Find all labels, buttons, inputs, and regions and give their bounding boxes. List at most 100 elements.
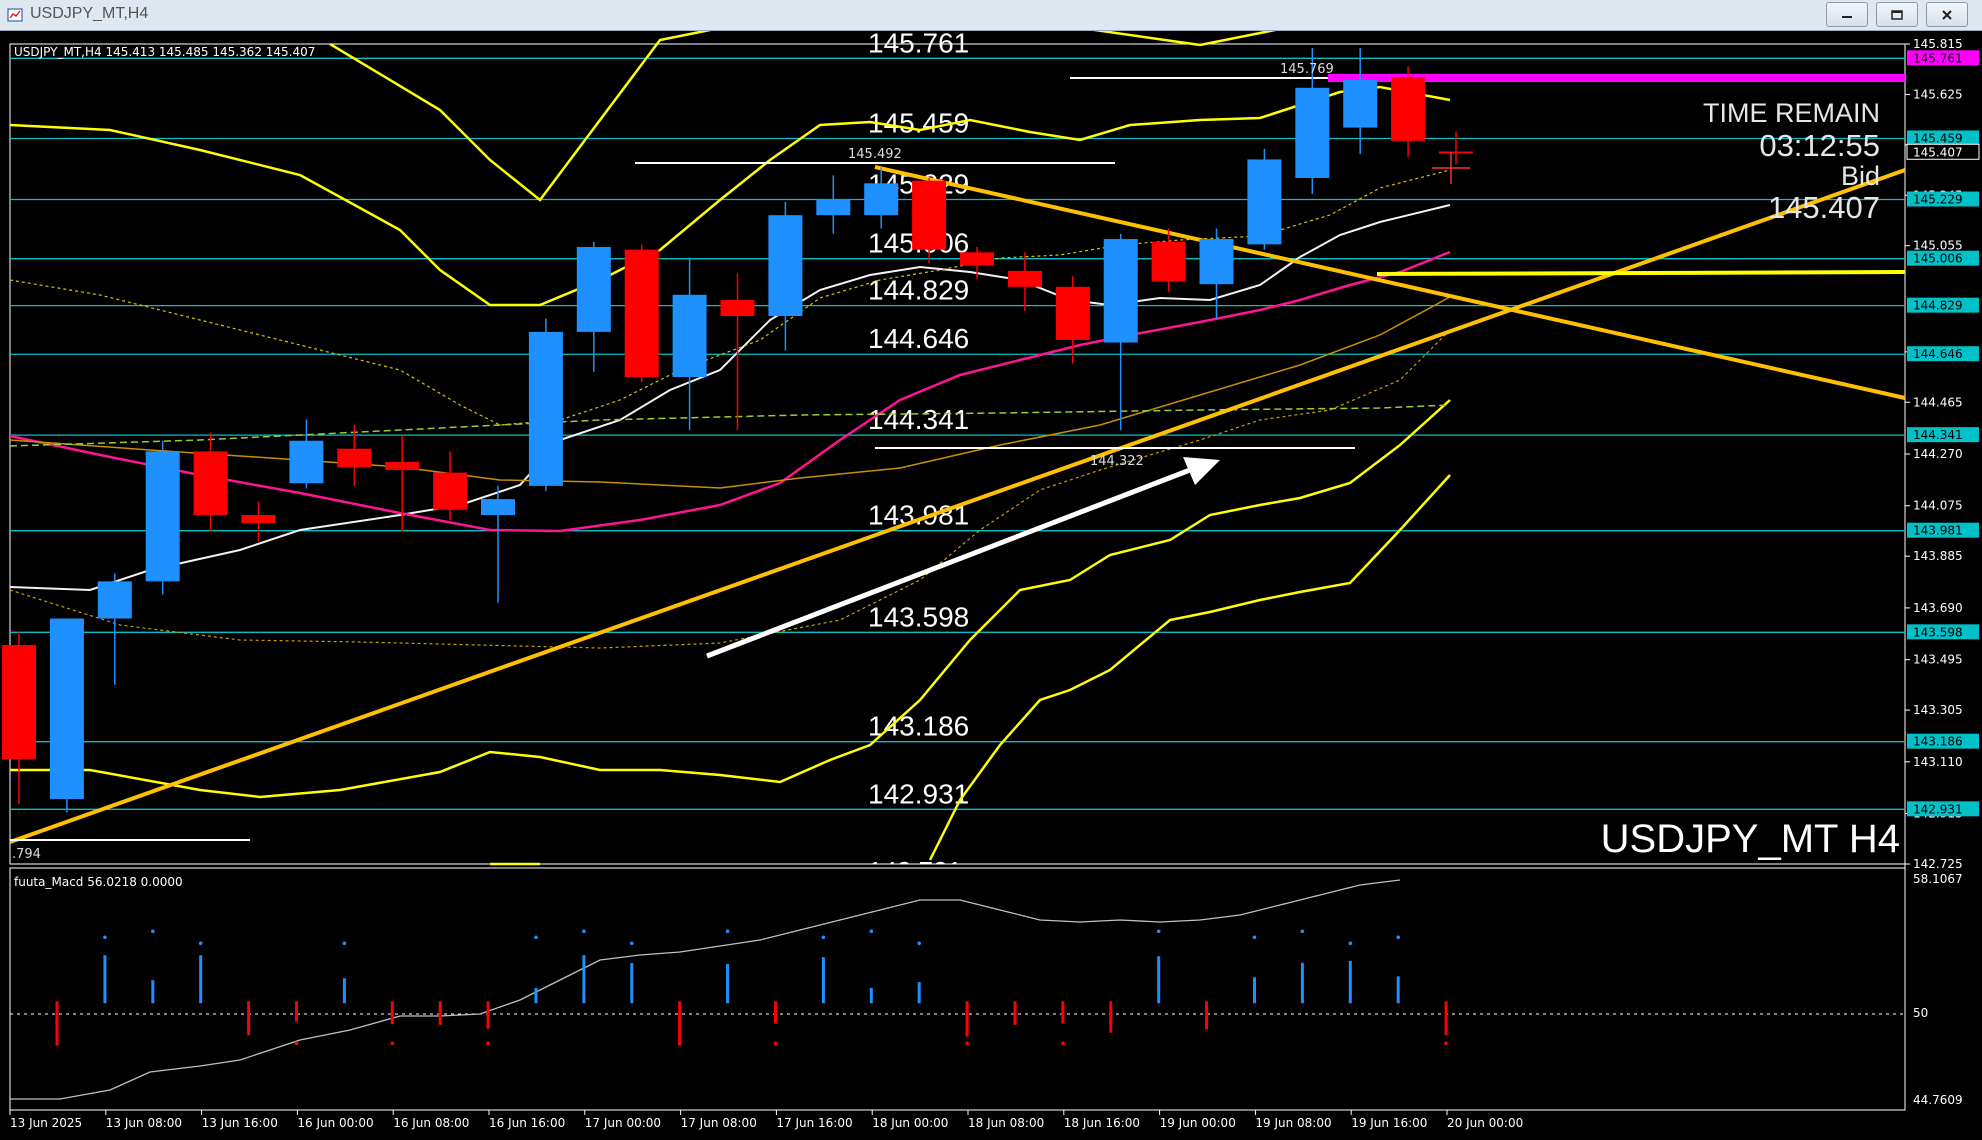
candle-body-bull xyxy=(145,451,180,582)
time-tick-label: 16 Jun 16:00 xyxy=(489,1116,565,1130)
candle-body-bear xyxy=(1439,151,1473,154)
level-label: 144.646 xyxy=(868,323,969,354)
candle-body-bull xyxy=(1199,239,1234,285)
price-axis-badge-label: 142.931 xyxy=(1913,802,1963,816)
macd-dot xyxy=(582,929,586,934)
macd-dot xyxy=(342,941,347,946)
level-label: 143.186 xyxy=(868,711,969,742)
ma-white xyxy=(9,204,1451,592)
level-label: 143.981 xyxy=(868,500,969,531)
price-tick-label: 144.270 xyxy=(1913,447,1963,461)
macd-dot xyxy=(965,1041,969,1046)
macd-dot xyxy=(103,935,107,940)
macd-dot xyxy=(869,929,874,934)
symbol-info-line: USDJPY_MT,H4 145.413 145.485 145.362 145… xyxy=(14,45,315,59)
candle-body-bear xyxy=(1151,241,1186,282)
macd-dot xyxy=(390,1041,395,1046)
macd-dot xyxy=(677,1041,682,1046)
time-tick-label: 18 Jun 08:00 xyxy=(968,1116,1044,1130)
level-label: 144.341 xyxy=(868,404,969,435)
price-axis-badge-label: 145.459 xyxy=(1913,131,1963,145)
price-axis-badge-label: 145.761 xyxy=(1913,51,1963,65)
candle-body-bull xyxy=(97,581,132,619)
macd-dot xyxy=(1013,1021,1017,1026)
chart-window-icon xyxy=(7,8,23,22)
macd-dot xyxy=(198,941,203,946)
price-axis-badge-label: 144.646 xyxy=(1913,347,1963,361)
macd-dot xyxy=(630,941,634,946)
upper-band-inner xyxy=(9,85,1451,307)
macd-dot xyxy=(725,929,730,934)
level-label: 144.829 xyxy=(868,275,969,306)
level-label: 145.761 xyxy=(868,31,969,58)
macd-dot xyxy=(821,935,826,940)
time-axis: 13 Jun 2025 13 Jun 08:00 13 Jun 16:00 16 Ju… xyxy=(9,1110,1523,1130)
time-tick-label: 18 Jun 16:00 xyxy=(1064,1116,1140,1130)
bottom-fragment-label: 142.731 xyxy=(868,856,962,886)
price-axis-badge-label: 145.229 xyxy=(1913,193,1963,207)
macd-axis-label: 50 xyxy=(1913,1006,1928,1020)
candle-body-bear xyxy=(720,300,755,317)
candle-body-bull xyxy=(528,331,563,486)
price-axis-badge-label: 143.598 xyxy=(1913,625,1963,639)
macd-dot xyxy=(1156,929,1161,934)
macd-dot xyxy=(1348,941,1353,946)
candle-body-bear xyxy=(1391,77,1426,141)
time-tick-label: 18 Jun 00:00 xyxy=(872,1116,948,1130)
macd-dot xyxy=(1444,1041,1448,1046)
candle-body-bull xyxy=(576,247,611,332)
left-fragment-label: .794 xyxy=(12,847,41,862)
time-tick-label: 17 Jun 00:00 xyxy=(585,1116,661,1130)
price-axis-badge-label: 144.829 xyxy=(1913,299,1963,313)
bid-cross-marker xyxy=(1432,152,1470,184)
macd-axis-label: 44.7609 xyxy=(1913,1093,1963,1107)
level-label: 142.931 xyxy=(868,778,969,809)
price-tick-label: 144.465 xyxy=(1913,395,1963,409)
time-remain-value: 03:12:55 xyxy=(1759,128,1880,163)
candle-body-bull xyxy=(1247,159,1282,245)
macd-dot xyxy=(438,1021,443,1026)
time-tick-label: 16 Jun 08:00 xyxy=(393,1116,469,1130)
lower-band-outer xyxy=(928,474,1451,861)
macd-dot xyxy=(1061,1041,1065,1046)
indicator-frame xyxy=(9,867,1906,1111)
resistance-line-145006 xyxy=(1376,270,1906,276)
candle-body-bear xyxy=(433,472,468,510)
candle-body-bull xyxy=(768,215,803,317)
macd-axis-label: 58.1067 xyxy=(1913,872,1963,886)
price-axis: 145.815145.625145.435145.245145.055144.6… xyxy=(1905,37,1980,1107)
macd-dot xyxy=(55,1021,59,1026)
time-tick-label: 13 Jun 2025 xyxy=(10,1116,82,1130)
window-titlebar[interactable]: USDJPY_MT,H4 xyxy=(0,0,1982,31)
candle-body-bear xyxy=(1007,270,1042,287)
price-axis-badge-label: 145.407 xyxy=(1913,145,1963,159)
price-axis-badge-label: 145.006 xyxy=(1913,252,1963,266)
macd-signal-line xyxy=(10,879,1401,1100)
macd-dot xyxy=(917,941,921,946)
high-marker-label: 145.769 xyxy=(1280,62,1334,77)
time-tick-label: 20 Jun 00:00 xyxy=(1447,1116,1523,1130)
macd-dot xyxy=(246,1021,251,1026)
macd-dot xyxy=(294,1041,299,1046)
candle-body-bull xyxy=(481,499,515,516)
candle-body-bear xyxy=(1055,286,1090,340)
swing-low-marker-label: 144.322 xyxy=(1090,454,1144,469)
price-tick-label: 143.110 xyxy=(1913,755,1963,769)
close-button[interactable] xyxy=(1926,2,1968,27)
time-tick-label: 17 Jun 08:00 xyxy=(681,1116,757,1130)
macd-dot xyxy=(486,1041,490,1046)
price-axis-badge-label: 143.981 xyxy=(1913,524,1963,538)
restore-icon xyxy=(1891,9,1903,20)
time-tick-label: 17 Jun 16:00 xyxy=(776,1116,852,1130)
price-tick-label: 143.305 xyxy=(1913,703,1963,717)
macd-indicator xyxy=(10,879,1905,1100)
bid-value: 145.407 xyxy=(1768,190,1880,225)
minimize-button[interactable] xyxy=(1826,2,1868,27)
price-chart-area[interactable]: 145.761 145.459 145.229 145.006 144.829 144.6… xyxy=(0,31,1982,1140)
time-tick-label: 19 Jun 16:00 xyxy=(1351,1116,1427,1130)
price-tick-label: 143.885 xyxy=(1913,549,1963,563)
restore-button[interactable] xyxy=(1876,2,1918,27)
macd-dot xyxy=(1204,1021,1209,1026)
macd-dot xyxy=(1396,935,1400,940)
price-tick-label: 143.690 xyxy=(1913,601,1963,615)
